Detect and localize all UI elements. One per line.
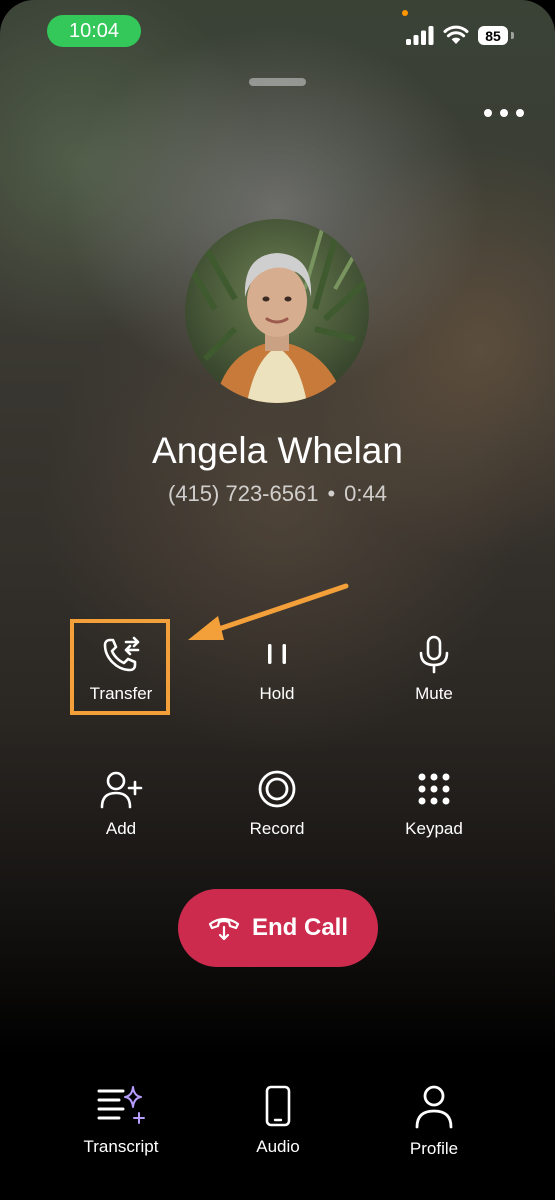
battery-cap bbox=[511, 32, 514, 39]
tab-profile-label: Profile bbox=[409, 1139, 459, 1158]
end-call-button[interactable]: End Call bbox=[178, 889, 378, 967]
battery-indicator: 85 bbox=[478, 26, 508, 45]
hold-label: Hold bbox=[259, 684, 295, 703]
add-call-button[interactable]: Add bbox=[56, 769, 186, 839]
record-button[interactable]: Record bbox=[212, 769, 342, 839]
transcript-sparkle-icon bbox=[97, 1086, 145, 1124]
status-time: 10:04 bbox=[47, 15, 141, 47]
privacy-indicator-dot bbox=[402, 10, 408, 16]
mute-label: Mute bbox=[415, 684, 453, 703]
caller-name: Angela Whelan bbox=[152, 430, 403, 471]
sheet-grabber[interactable] bbox=[249, 78, 306, 86]
record-label: Record bbox=[249, 819, 305, 838]
add-person-icon bbox=[100, 771, 143, 809]
tab-audio[interactable]: Audio bbox=[208, 1085, 348, 1157]
hang-up-icon bbox=[208, 917, 240, 941]
mute-button[interactable]: Mute bbox=[369, 634, 499, 704]
end-call-label: End Call bbox=[251, 914, 348, 941]
add-label: Add bbox=[105, 819, 137, 838]
keypad-label: Keypad bbox=[405, 819, 463, 838]
keypad-button[interactable]: Keypad bbox=[369, 769, 499, 839]
caller-info: (415) 723-6561 • 0:44 bbox=[0, 481, 555, 507]
microphone-icon bbox=[419, 635, 449, 674]
keypad-icon bbox=[418, 773, 450, 805]
tab-profile[interactable]: Profile bbox=[364, 1085, 504, 1159]
caller-number: (415) 723-6561 bbox=[168, 481, 319, 506]
call-screen: 10:04 85 Angela Whelan (415) 723-6561 • … bbox=[0, 0, 555, 1200]
caller-avatar bbox=[185, 219, 369, 403]
cellular-signal-icon bbox=[406, 26, 434, 45]
tab-transcript[interactable]: Transcript bbox=[51, 1085, 191, 1157]
transfer-highlight-box bbox=[70, 619, 170, 715]
wifi-icon bbox=[443, 25, 469, 44]
phone-device-icon bbox=[265, 1085, 291, 1127]
annotation-arrow-icon bbox=[188, 583, 349, 640]
person-icon bbox=[415, 1085, 453, 1129]
tab-transcript-label: Transcript bbox=[83, 1137, 159, 1156]
call-duration: 0:44 bbox=[344, 481, 387, 506]
tab-audio-label: Audio bbox=[256, 1137, 300, 1156]
more-options-button[interactable] bbox=[484, 104, 524, 122]
info-separator: • bbox=[327, 481, 336, 506]
record-icon bbox=[258, 770, 296, 808]
